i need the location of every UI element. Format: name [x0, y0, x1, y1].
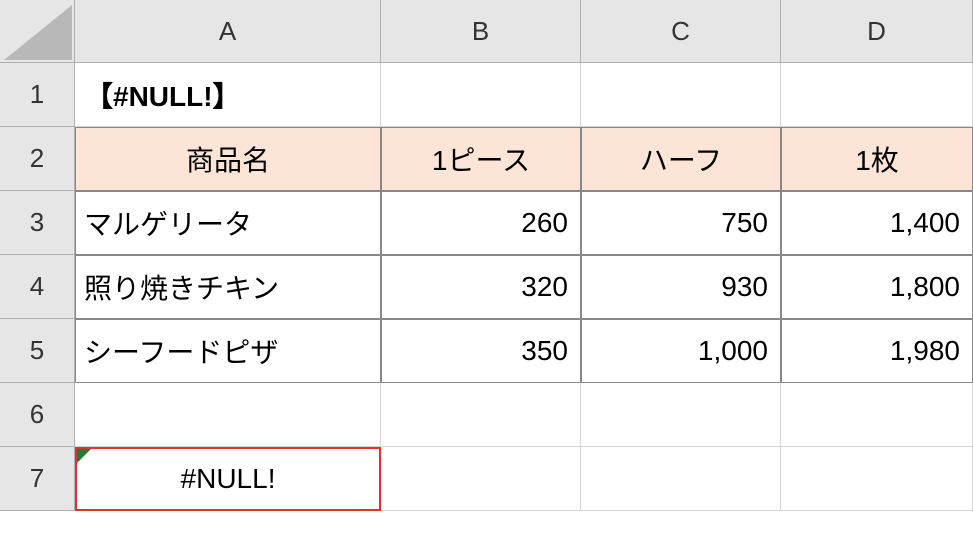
spreadsheet-grid: A B C D 1 【#NULL!】 2 商品名 1ピース ハーフ 1枚 3 マ… [0, 0, 973, 511]
cell-b3-piece[interactable]: 260 [381, 191, 581, 255]
col-header-c[interactable]: C [581, 0, 781, 63]
row-header-1[interactable]: 1 [0, 63, 75, 127]
select-all-corner[interactable] [0, 0, 75, 63]
cell-d1[interactable] [781, 63, 973, 127]
cell-c1[interactable] [581, 63, 781, 127]
cell-b6[interactable] [381, 383, 581, 447]
cell-a2-header-product[interactable]: 商品名 [75, 127, 381, 191]
row-header-2[interactable]: 2 [0, 127, 75, 191]
cell-c4-half[interactable]: 930 [581, 255, 781, 319]
cell-a1-title[interactable]: 【#NULL!】 [75, 63, 381, 127]
col-header-a[interactable]: A [75, 0, 381, 63]
row-header-6[interactable]: 6 [0, 383, 75, 447]
cell-b1[interactable] [381, 63, 581, 127]
col-header-b[interactable]: B [381, 0, 581, 63]
cell-a5-product-name[interactable]: シーフードピザ [75, 319, 381, 383]
cell-b4-piece[interactable]: 320 [381, 255, 581, 319]
row-header-7[interactable]: 7 [0, 447, 75, 511]
cell-d6[interactable] [781, 383, 973, 447]
row-header-5[interactable]: 5 [0, 319, 75, 383]
cell-d5-whole[interactable]: 1,980 [781, 319, 973, 383]
cell-a7-error[interactable]: #NULL! [75, 447, 381, 511]
row-header-4[interactable]: 4 [0, 255, 75, 319]
cell-b5-piece[interactable]: 350 [381, 319, 581, 383]
row-header-3[interactable]: 3 [0, 191, 75, 255]
cell-c5-half[interactable]: 1,000 [581, 319, 781, 383]
cell-b7[interactable] [381, 447, 581, 511]
cell-c7[interactable] [581, 447, 781, 511]
cell-d4-whole[interactable]: 1,800 [781, 255, 973, 319]
cell-b2-header-piece[interactable]: 1ピース [381, 127, 581, 191]
cell-d7[interactable] [781, 447, 973, 511]
cell-d3-whole[interactable]: 1,400 [781, 191, 973, 255]
col-header-d[interactable]: D [781, 0, 973, 63]
cell-c2-header-half[interactable]: ハーフ [581, 127, 781, 191]
cell-c3-half[interactable]: 750 [581, 191, 781, 255]
cell-a4-product-name[interactable]: 照り焼きチキン [75, 255, 381, 319]
cell-a3-product-name[interactable]: マルゲリータ [75, 191, 381, 255]
cell-c6[interactable] [581, 383, 781, 447]
error-value-text: #NULL! [181, 463, 276, 495]
cell-a6[interactable] [75, 383, 381, 447]
cell-d2-header-whole[interactable]: 1枚 [781, 127, 973, 191]
